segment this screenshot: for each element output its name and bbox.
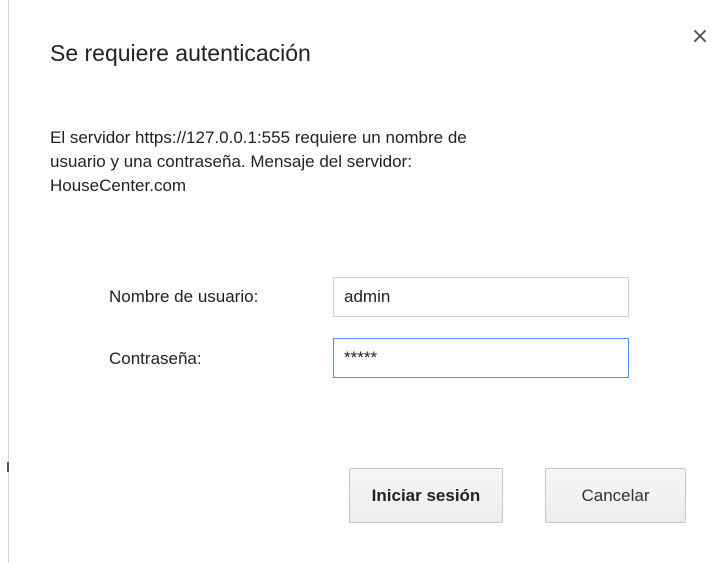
- cancel-button[interactable]: Cancelar: [545, 468, 686, 523]
- username-label: Nombre de usuario:: [109, 287, 259, 306]
- message-line: HouseCenter.com: [50, 176, 187, 195]
- auth-dialog: Se requiere autenticación × El servidor …: [9, 0, 723, 563]
- password-field[interactable]: [333, 338, 629, 378]
- dialog-title: Se requiere autenticación: [50, 40, 311, 66]
- message-line: El servidor https://127.0.0.1:555 requie…: [50, 128, 467, 147]
- window-edge: [0, 0, 9, 563]
- close-icon[interactable]: ×: [689, 26, 711, 48]
- dialog-message: El servidor https://127.0.0.1:555 requie…: [50, 126, 650, 198]
- login-button[interactable]: Iniciar sesión: [349, 468, 503, 523]
- password-label: Contraseña:: [109, 349, 202, 368]
- message-line: usuario y una contraseña. Mensaje del se…: [50, 152, 412, 171]
- username-field[interactable]: [333, 277, 629, 317]
